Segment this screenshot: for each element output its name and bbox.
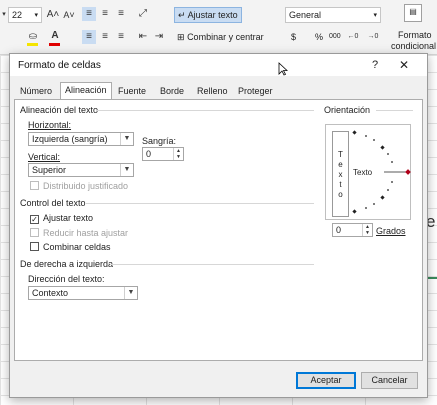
conditional-format-label-1[interactable]: Formato <box>398 30 432 40</box>
font-color-icon[interactable]: A <box>48 29 62 43</box>
tab-borde[interactable]: Borde <box>156 84 188 99</box>
indent-label: Sangría: <box>142 136 177 146</box>
text-direction-value: Contexto <box>32 288 69 298</box>
merge-center-button[interactable]: ⊞ Combinar y centrar <box>174 30 267 46</box>
tab-fuente[interactable]: Fuente <box>114 84 150 99</box>
percent-button[interactable]: % <box>312 30 326 46</box>
tab-relleno[interactable]: Relleno <box>193 84 232 99</box>
chevron-down-icon: ▾ <box>34 12 38 19</box>
merge-icon: ⊞ <box>177 32 185 42</box>
decrease-decimal-icon[interactable]: →0 <box>366 30 380 44</box>
text-direction-select[interactable]: Contexto ▼ <box>28 286 138 300</box>
merge-cells-label: Combinar celdas <box>43 242 111 252</box>
chevron-down-icon: ▼ <box>120 133 133 145</box>
align-bottom-icon[interactable]: ≡ <box>114 7 128 21</box>
excel-ribbon: ▾ 22 ▾ A˄ A˅ ≡ ≡ ≡ ⤢ ↵ Ajustar texto Gen… <box>0 0 437 55</box>
alignment-section-title: Alineación del texto <box>20 105 99 115</box>
dialog-title: Formato de celdas <box>18 60 101 71</box>
chevron-down-icon: ▼ <box>124 287 137 299</box>
align-right-icon[interactable]: ≡ <box>114 30 128 44</box>
align-middle-icon[interactable]: ≡ <box>98 7 112 21</box>
dial-marker-icon <box>352 209 357 214</box>
wrap-text-label: Ajustar texto <box>43 213 94 223</box>
shrink-to-fit-label: Reducir hasta ajustar <box>43 228 129 238</box>
dial-marker-icon <box>380 195 385 200</box>
merge-center-label: Combinar y centrar <box>187 32 264 42</box>
dial-marker-icon <box>380 145 385 150</box>
cancel-button[interactable]: Cancelar <box>361 372 418 389</box>
close-button[interactable]: ✕ <box>396 57 412 73</box>
increase-decimal-icon[interactable]: ←0 <box>346 30 360 44</box>
vertical-text-label: T e x t o <box>338 150 343 199</box>
wrap-text-label: Ajustar texto <box>187 10 238 20</box>
shrink-to-fit-checkbox[interactable]: Reducir hasta ajustar <box>30 228 128 239</box>
shrink-font-button[interactable]: A˅ <box>62 8 76 22</box>
ok-button[interactable]: Aceptar <box>296 372 356 389</box>
degrees-value: 0 <box>336 225 342 235</box>
spinner-arrows-icon[interactable]: ▲ ▼ <box>362 224 372 236</box>
horizontal-label: Horizontal: <box>28 120 72 130</box>
conditional-format-label-2[interactable]: condicional <box>391 41 436 51</box>
spinner-arrows-icon[interactable]: ▲ ▼ <box>173 148 183 160</box>
font-size-value: 22 <box>12 10 23 20</box>
degrees-label: Grados <box>376 226 406 236</box>
orientation-divider <box>376 110 413 111</box>
wrap-text-checkbox[interactable]: ✓ Ajustar texto <box>30 213 93 224</box>
vertical-label: Vertical: <box>28 152 61 162</box>
alignment-section-divider <box>96 110 314 111</box>
number-format-select[interactable]: General ▾ <box>285 7 381 23</box>
orientation-section-title: Orientación <box>324 105 371 115</box>
tab-proteger[interactable]: Proteger <box>234 84 277 99</box>
horizontal-select[interactable]: Izquierda (sangría) ▼ <box>28 132 134 146</box>
chevron-down-icon: ▾ <box>373 12 377 19</box>
text-direction-label: Dirección del texto: <box>28 274 105 284</box>
font-dropdown-arrow-icon[interactable]: ▾ <box>0 8 8 22</box>
fill-color-icon[interactable]: ⛀ <box>26 30 40 44</box>
distributed-justify-label: Distribuido justificado <box>43 181 129 191</box>
horizontal-value: Izquierda (sangría) <box>32 134 108 144</box>
dial-text: Texto <box>353 168 373 177</box>
vertical-select[interactable]: Superior ▼ <box>28 163 134 177</box>
help-button[interactable]: ? <box>367 57 383 73</box>
indent-value: 0 <box>146 149 152 159</box>
number-format-value: General <box>289 10 322 20</box>
distributed-justify-checkbox[interactable]: Distribuido justificado <box>30 181 128 192</box>
text-orientation-icon[interactable]: ⤢ <box>136 7 150 21</box>
grow-font-button[interactable]: A˄ <box>46 8 60 22</box>
checkmark-icon: ✓ <box>30 215 39 224</box>
merge-cells-checkbox[interactable]: Combinar celdas <box>30 242 111 253</box>
dial-marker-icon <box>352 130 357 135</box>
align-center-icon[interactable]: ≡ <box>98 30 112 44</box>
align-left-icon[interactable]: ≡ <box>82 30 96 44</box>
font-size-box[interactable]: 22 ▾ <box>8 7 42 23</box>
conditional-format-icon[interactable]: ▤ <box>404 4 422 22</box>
fill-color-bar <box>27 43 38 46</box>
decrease-indent-icon[interactable]: ⇤ <box>136 30 150 44</box>
text-control-divider <box>86 203 314 204</box>
rtl-section-title: De derecha a izquierda <box>20 259 114 269</box>
tab-alineacion[interactable]: Alineación <box>60 82 112 99</box>
tab-numero[interactable]: Número <box>16 84 56 99</box>
vertical-text-option[interactable]: T e x t o <box>332 131 349 217</box>
font-color-bar <box>49 43 60 46</box>
wrap-text-icon: ↵ <box>178 10 186 20</box>
mouse-cursor-icon <box>278 62 288 76</box>
checkbox-box <box>30 181 39 190</box>
dial-handle-icon[interactable] <box>405 169 411 175</box>
rtl-section-divider <box>110 264 314 265</box>
indent-spinner[interactable]: 0 ▲ ▼ <box>142 147 184 161</box>
checkbox-box <box>30 242 39 251</box>
chevron-down-icon: ▼ <box>120 164 133 176</box>
checkbox-box <box>30 228 39 237</box>
align-top-icon[interactable]: ≡ <box>82 7 96 21</box>
wrap-text-button[interactable]: ↵ Ajustar texto <box>174 7 242 23</box>
vertical-value: Superior <box>32 165 67 175</box>
degrees-spinner[interactable]: 0 ▲ ▼ <box>332 223 373 237</box>
orientation-dial[interactable]: Texto <box>350 124 412 220</box>
thousands-button[interactable]: 000 <box>326 30 344 46</box>
text-control-section-title: Control del texto <box>20 198 86 208</box>
currency-button[interactable]: $ <box>288 30 299 46</box>
increase-indent-icon[interactable]: ⇥ <box>152 30 166 44</box>
format-cells-dialog: Formato de celdas ? ✕ Número Alineación … <box>9 53 428 398</box>
